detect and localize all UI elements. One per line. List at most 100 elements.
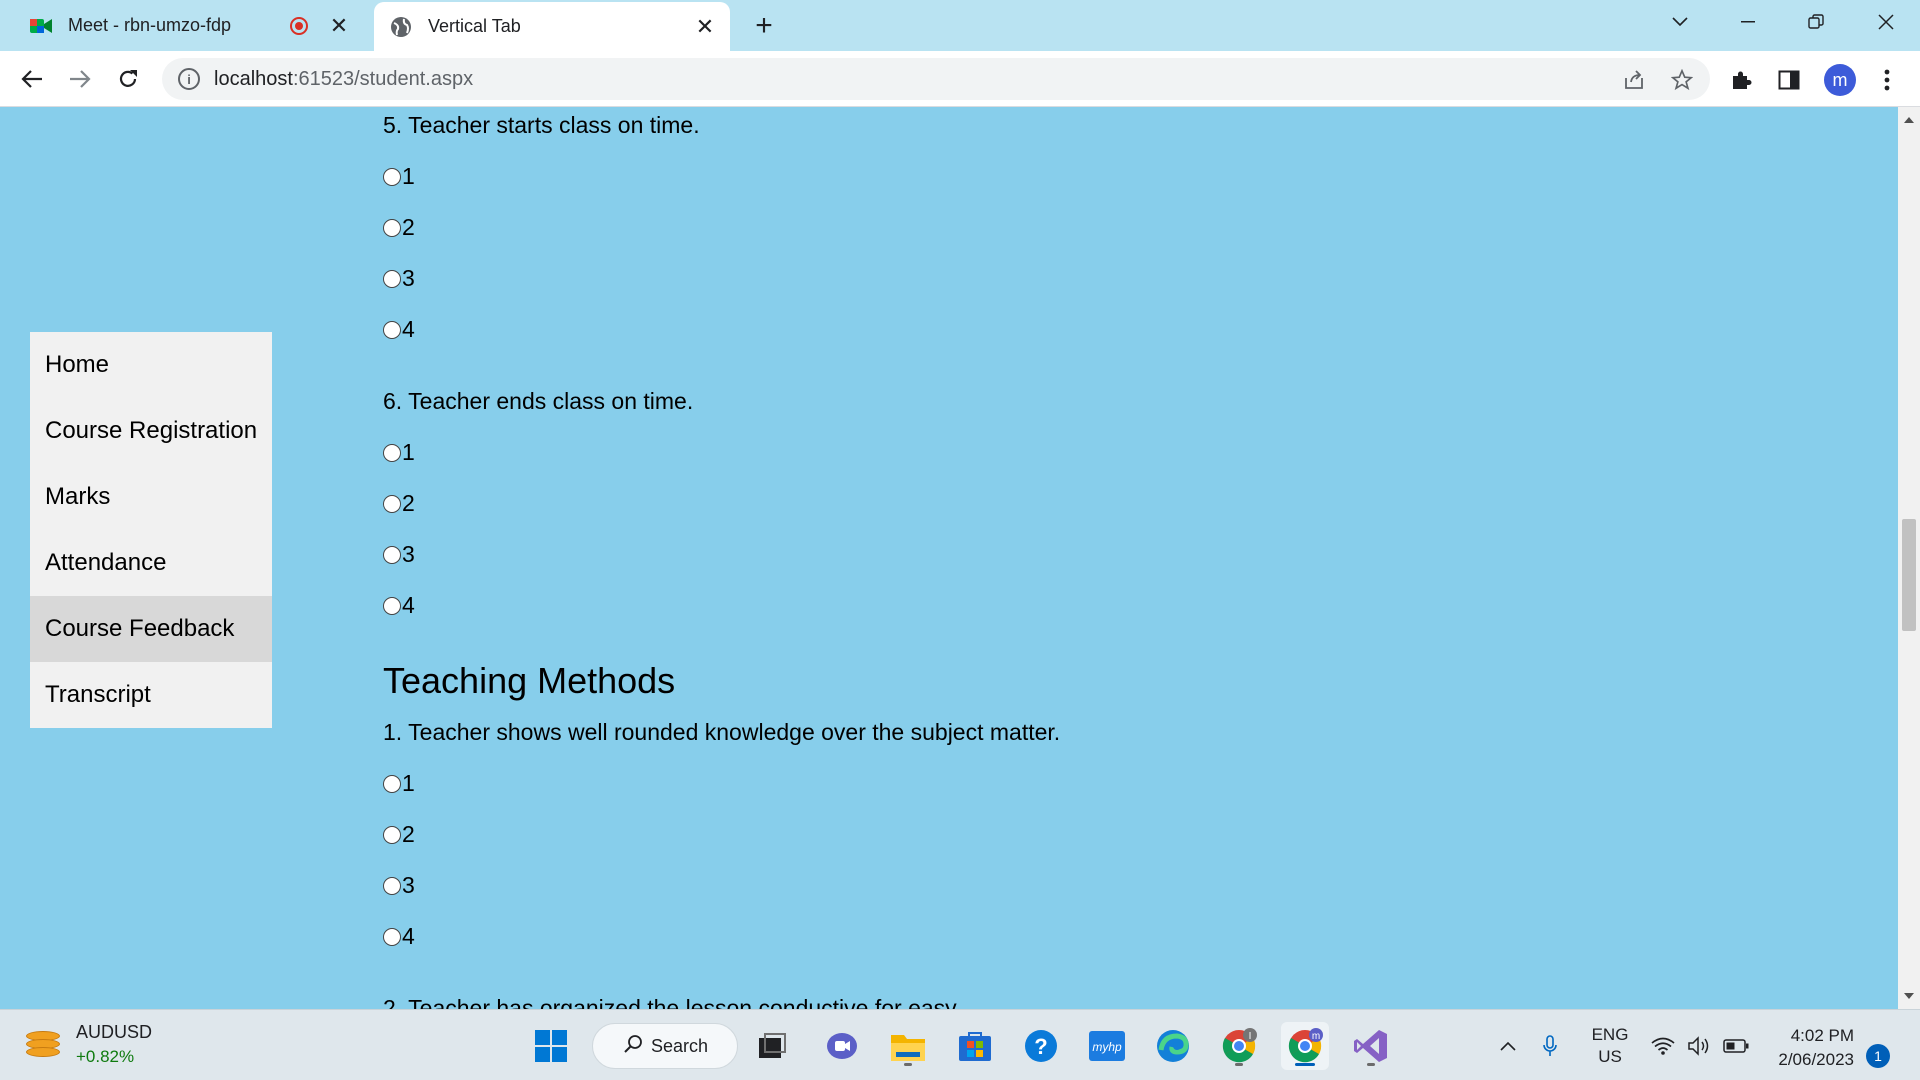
new-tab-button[interactable]: + (748, 9, 780, 42)
browser-menu-icon[interactable] (1874, 67, 1900, 93)
svg-text:myhp: myhp (1092, 1040, 1122, 1054)
taskbar-search[interactable]: Search (592, 1023, 738, 1069)
site-info-icon[interactable]: i (178, 68, 200, 90)
sidebar-item-course-registration[interactable]: Course Registration (30, 398, 272, 464)
q6-option-4[interactable]: 4 (383, 592, 415, 619)
running-indicator (1235, 1063, 1243, 1066)
notification-badge[interactable]: 1 (1866, 1044, 1890, 1068)
scroll-down-arrow-icon[interactable] (1904, 993, 1914, 999)
scroll-up-arrow-icon[interactable] (1904, 117, 1914, 123)
back-arrow-icon[interactable] (14, 61, 50, 97)
widget-symbol: AUDUSD (76, 1022, 153, 1042)
tab-title: Meet - rbn-umzo-fdp (68, 15, 232, 35)
page-scrollbar[interactable] (1898, 107, 1920, 1009)
sidebar-item-transcript[interactable]: Transcript (30, 662, 272, 728)
battery-icon[interactable] (1722, 1010, 1750, 1080)
url-path: :61523/student.aspx (292, 67, 474, 90)
globe-icon (390, 16, 412, 38)
google-meet-icon (30, 15, 52, 37)
tab-title: Vertical Tab (428, 16, 521, 36)
bookmark-star-icon[interactable] (1670, 68, 1694, 92)
lang-line-2: US (1598, 1046, 1622, 1066)
scrollbar-thumb[interactable] (1902, 519, 1916, 631)
running-indicator (904, 1063, 912, 1066)
microsoft-store-icon[interactable] (951, 1022, 999, 1070)
radio-button[interactable] (383, 876, 401, 895)
visual-studio-icon[interactable] (1347, 1022, 1395, 1070)
clock-date: 2/06/2023 (1778, 1050, 1854, 1069)
wifi-icon[interactable] (1650, 1010, 1676, 1080)
file-explorer-icon[interactable] (884, 1022, 932, 1070)
recording-icon (290, 16, 308, 35)
edge-browser-icon[interactable] (1149, 1022, 1197, 1070)
q6-option-1[interactable]: 1 (383, 439, 415, 466)
q5-option-1[interactable]: 1 (383, 163, 415, 190)
browser-tab-strip: Meet - rbn-umzo-fdp ✕ Vertical Tab ✕ + (0, 0, 1920, 51)
sidebar-item-marks[interactable]: Marks (30, 464, 272, 530)
extensions-puzzle-icon[interactable] (1728, 67, 1754, 93)
tab-meet[interactable]: Meet - rbn-umzo-fdp ✕ (14, 0, 364, 51)
volume-icon[interactable] (1686, 1010, 1712, 1080)
q5-option-3[interactable]: 3 (383, 265, 415, 292)
radio-button[interactable] (383, 825, 401, 844)
input-language[interactable]: ENG US (1580, 1010, 1640, 1080)
tm1-option-3[interactable]: 3 (383, 872, 415, 899)
windows-start-icon[interactable] (527, 1022, 575, 1070)
sidebar-item-attendance[interactable]: Attendance (30, 530, 272, 596)
close-tab-icon[interactable]: ✕ (692, 14, 718, 40)
option-label: 3 (402, 541, 415, 567)
section-title-teaching-methods: Teaching Methods (383, 660, 676, 701)
tm1-option-2[interactable]: 2 (383, 821, 415, 848)
taskbar-clock[interactable]: 4:02 PM 2/06/2023 (1764, 1024, 1854, 1072)
show-hidden-icons-chevron-icon[interactable] (1494, 1010, 1522, 1080)
q5-option-4[interactable]: 4 (383, 316, 415, 343)
microphone-icon[interactable] (1538, 1010, 1562, 1080)
teams-chat-icon[interactable] (818, 1022, 866, 1070)
search-icon (623, 1034, 643, 1059)
radio-button[interactable] (383, 596, 401, 615)
browser-toolbar: i localhost:61523/student.aspx m (0, 51, 1920, 107)
sidebar-item-course-feedback[interactable]: Course Feedback (30, 596, 272, 662)
radio-button[interactable] (383, 167, 401, 186)
radio-button[interactable] (383, 927, 401, 946)
forward-arrow-icon[interactable] (62, 61, 98, 97)
q5-option-2[interactable]: 2 (383, 214, 415, 241)
share-icon[interactable] (1622, 68, 1646, 92)
close-tab-icon[interactable]: ✕ (326, 13, 352, 39)
address-bar[interactable]: i localhost:61523/student.aspx (162, 58, 1710, 100)
question-5: 5. Teacher starts class on time. (383, 112, 700, 138)
radio-button[interactable] (383, 218, 401, 237)
minimize-icon[interactable] (1718, 0, 1778, 44)
tab-search-chevron-icon[interactable] (1650, 0, 1710, 44)
reload-icon[interactable] (110, 61, 146, 97)
radio-button[interactable] (383, 774, 401, 793)
svg-text:m: m (1312, 1031, 1320, 1042)
option-label: 2 (402, 490, 415, 516)
side-panel-icon[interactable] (1776, 67, 1802, 93)
profile-avatar[interactable]: m (1824, 64, 1856, 96)
chrome-profile-2-icon[interactable]: m (1281, 1022, 1329, 1070)
radio-button[interactable] (383, 545, 401, 564)
option-label: 2 (402, 214, 415, 240)
radio-button[interactable] (383, 269, 401, 288)
svg-text:I: I (1249, 1031, 1252, 1042)
chrome-profile-1-icon[interactable]: I (1215, 1022, 1263, 1070)
url-host: localhost (214, 67, 293, 90)
tm1-option-4[interactable]: 4 (383, 923, 415, 950)
myhp-icon[interactable]: myhp (1083, 1022, 1131, 1070)
close-window-icon[interactable] (1856, 0, 1916, 44)
radio-button[interactable] (383, 443, 401, 462)
q6-option-3[interactable]: 3 (383, 541, 415, 568)
help-icon[interactable]: ? (1017, 1022, 1065, 1070)
tm-question-1: 1. Teacher shows well rounded knowledge … (383, 719, 1061, 745)
task-view-icon[interactable] (748, 1022, 796, 1070)
stock-widget[interactable]: AUDUSD +0.82% (26, 1022, 152, 1067)
q6-option-2[interactable]: 2 (383, 490, 415, 517)
radio-button[interactable] (383, 494, 401, 513)
sidebar-item-home[interactable]: Home (30, 332, 272, 398)
question-6: 6. Teacher ends class on time. (383, 388, 694, 414)
radio-button[interactable] (383, 320, 401, 339)
restore-icon[interactable] (1786, 0, 1846, 44)
tm1-option-1[interactable]: 1 (383, 770, 415, 797)
tab-vertical-tab[interactable]: Vertical Tab ✕ (374, 2, 730, 51)
